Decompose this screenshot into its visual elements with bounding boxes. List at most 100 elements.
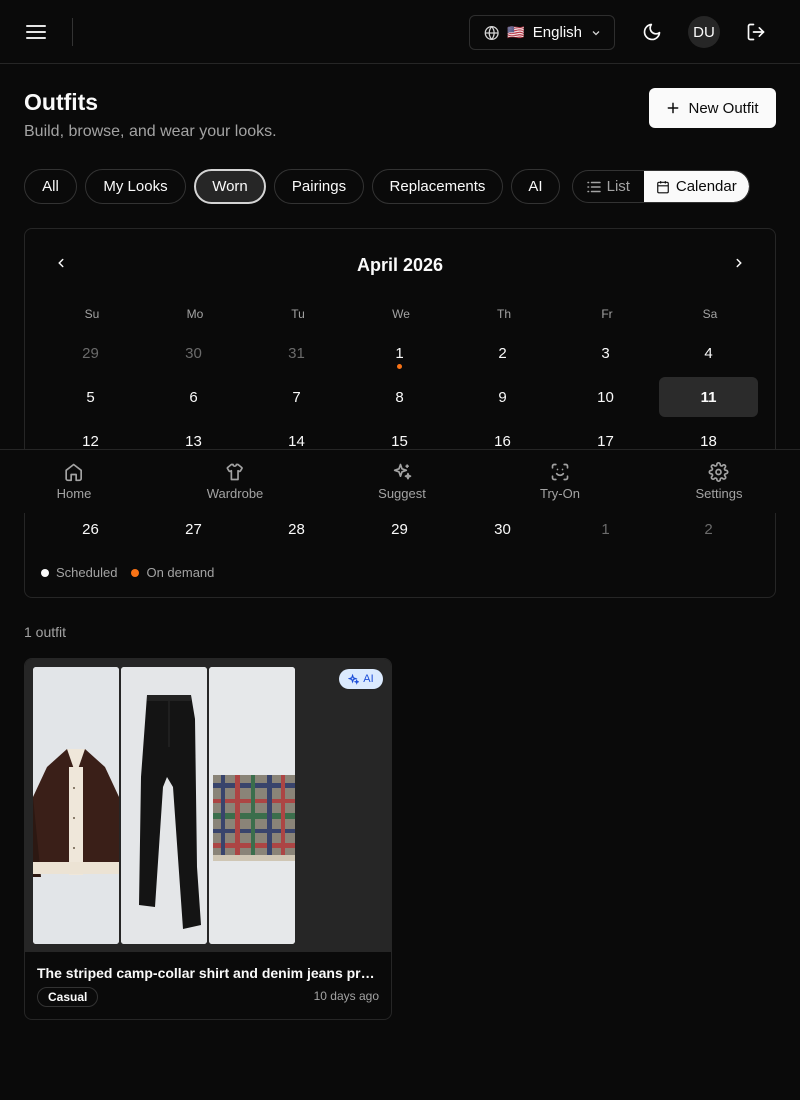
- next-month-button[interactable]: [729, 253, 749, 273]
- nav-suggest[interactable]: Suggest: [378, 462, 426, 501]
- day-number: 28: [288, 520, 305, 538]
- nav-wardrobe[interactable]: Wardrobe: [206, 462, 264, 501]
- legend-item-scheduled: Scheduled: [41, 565, 117, 580]
- calendar: April 2026 Su Mo Tu We Th Fr Sa 29 30 31 1 2 3 4 5 6 7 8 9…: [24, 228, 776, 598]
- calendar-day[interactable]: 26: [41, 509, 140, 549]
- calendar-day[interactable]: 31: [247, 333, 346, 373]
- day-number: 15: [391, 432, 408, 450]
- list-view-label: List: [606, 178, 630, 195]
- legend-label: On demand: [146, 565, 215, 580]
- theme-toggle-button[interactable]: [636, 16, 668, 48]
- logout-button[interactable]: [740, 16, 772, 48]
- day-number: 29: [391, 520, 408, 538]
- day-number: 4: [704, 344, 713, 362]
- calendar-day[interactable]: 11: [659, 377, 758, 417]
- item-image-jeans: [121, 667, 207, 944]
- legend-dot: [131, 568, 140, 577]
- menu-icon: [26, 25, 46, 39]
- nav-home[interactable]: Home: [56, 462, 92, 501]
- calendar-day[interactable]: 30: [144, 333, 243, 373]
- list-view-button[interactable]: List: [573, 171, 644, 202]
- calendar-day[interactable]: 5: [41, 377, 140, 417]
- nav-label: Wardrobe: [206, 486, 264, 501]
- filter-pairings[interactable]: Pairings: [274, 169, 364, 204]
- nav-label: Settings: [695, 486, 743, 501]
- day-number: 7: [292, 388, 301, 406]
- day-number: 27: [185, 520, 202, 538]
- day-number: 10: [597, 388, 614, 406]
- day-number: 12: [82, 432, 99, 450]
- calendar-day[interactable]: 29: [41, 333, 140, 373]
- calendar-day[interactable]: 7: [247, 377, 346, 417]
- day-number: 16: [494, 432, 511, 450]
- calendar-icon: [657, 180, 669, 193]
- calendar-day[interactable]: 29: [350, 509, 449, 549]
- page-subtitle: Build, browse, and wear your looks.: [24, 123, 277, 140]
- filter-replacements[interactable]: Replacements: [372, 169, 503, 204]
- calendar-day[interactable]: 9: [453, 377, 552, 417]
- outfit-collage: AI: [25, 659, 391, 952]
- filter-ai[interactable]: AI: [511, 169, 560, 204]
- day-number: 14: [288, 432, 305, 450]
- list-icon: [586, 181, 601, 192]
- weekday-label: Mo: [186, 307, 204, 321]
- outfit-timestamp: 10 days ago: [313, 989, 379, 1003]
- day-number: 1: [395, 344, 404, 362]
- new-outfit-button[interactable]: New Outfit: [649, 88, 776, 128]
- calendar-day[interactable]: 6: [144, 377, 243, 417]
- filter-worn[interactable]: Worn: [194, 169, 266, 204]
- day-number: 31: [288, 344, 305, 362]
- weekday-label: Sa: [702, 307, 718, 321]
- item-image-shirt: [33, 667, 119, 944]
- gear-icon: [709, 462, 729, 482]
- calendar-day[interactable]: 27: [144, 509, 243, 549]
- weekday-label: We: [392, 307, 410, 321]
- filter-all[interactable]: All: [24, 169, 77, 204]
- day-number: 29: [82, 344, 99, 362]
- calendar-day[interactable]: 2: [659, 509, 758, 549]
- calendar-month-label: April 2026: [356, 255, 444, 275]
- day-number: 13: [185, 432, 202, 450]
- outfit-card[interactable]: AI The striped camp-collar shirt and den…: [24, 658, 392, 1020]
- calendar-day[interactable]: 28: [247, 509, 346, 549]
- calendar-day[interactable]: 8: [350, 377, 449, 417]
- calendar-view-button[interactable]: Calendar: [643, 171, 749, 202]
- calendar-day[interactable]: 2: [453, 333, 552, 373]
- sparkles-icon: [393, 463, 412, 480]
- weekday-label: Tu: [291, 307, 305, 321]
- calendar-day[interactable]: 4: [659, 333, 758, 373]
- nav-settings[interactable]: Settings: [695, 462, 743, 501]
- chevron-down-icon: [590, 27, 602, 39]
- language-label: English: [532, 24, 582, 41]
- weekday-label: Th: [496, 307, 511, 321]
- menu-button[interactable]: [20, 16, 52, 48]
- day-number: 18: [700, 432, 717, 450]
- day-number: 1: [601, 520, 610, 538]
- day-number: 26: [82, 520, 99, 538]
- filter-my-looks[interactable]: My Looks: [85, 169, 186, 204]
- language-select[interactable]: 🇺🇸 English: [469, 15, 615, 50]
- item-image-scarf: [209, 667, 295, 944]
- avatar[interactable]: DU: [688, 16, 720, 48]
- outfit-title: The striped camp-collar shirt and denim …: [37, 965, 375, 981]
- sparkles-icon: [348, 673, 360, 685]
- calendar-day[interactable]: 10: [556, 377, 655, 417]
- plus-icon: [668, 102, 679, 114]
- calendar-legend: Scheduled On demand: [41, 565, 214, 580]
- calendar-day[interactable]: 3: [556, 333, 655, 373]
- legend-item-on-demand: On demand: [131, 565, 214, 580]
- view-toggle: List Calendar: [572, 170, 750, 203]
- calendar-day[interactable]: 1: [350, 333, 449, 373]
- logout-icon: [747, 23, 765, 41]
- header-divider: [72, 18, 73, 46]
- day-number: 6: [189, 388, 198, 406]
- flag-icon: 🇺🇸: [507, 24, 525, 40]
- day-number: 30: [185, 344, 202, 362]
- nav-try-on[interactable]: Try-On: [540, 462, 580, 501]
- nav-label: Home: [56, 486, 92, 501]
- calendar-day[interactable]: 30: [453, 509, 552, 549]
- calendar-day[interactable]: 1: [556, 509, 655, 549]
- shirt-icon: [226, 463, 244, 481]
- outfit-count: 1 outfit: [24, 624, 67, 640]
- day-number: 30: [494, 520, 511, 538]
